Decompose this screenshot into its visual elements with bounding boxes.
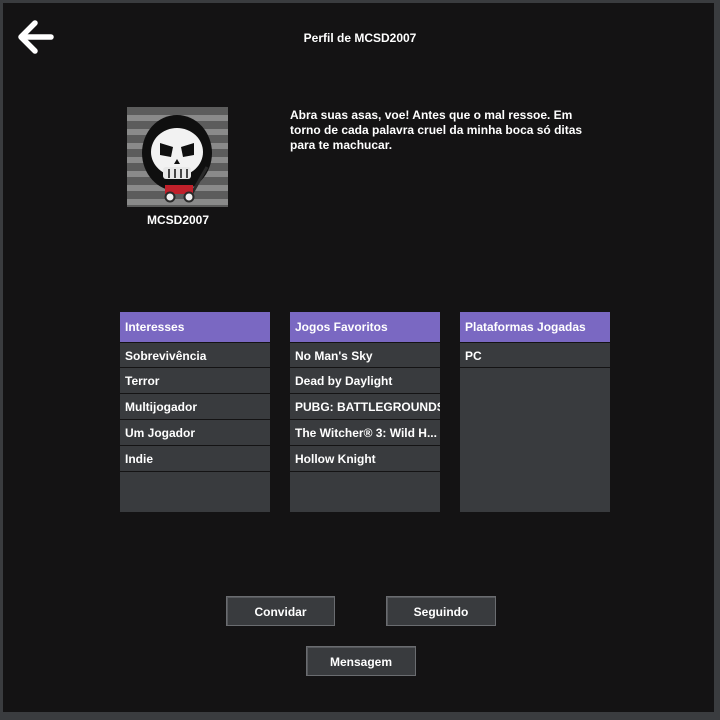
list-item: The Witcher® 3: Wild H... [290, 420, 440, 446]
list-item: PUBG: BATTLEGROUNDS [290, 394, 440, 420]
following-button[interactable]: Seguindo [386, 596, 496, 626]
avatar [127, 107, 228, 207]
message-button[interactable]: Mensagem [306, 646, 416, 676]
platforms-panel: Plataformas Jogadas PC [460, 312, 610, 512]
list-item: Multijogador [120, 394, 270, 420]
list-item: Um Jogador [120, 420, 270, 446]
invite-button[interactable]: Convidar [226, 596, 335, 626]
list-item: PC [460, 342, 610, 368]
profile-username: MCSD2007 [146, 213, 210, 227]
list-item: Indie [120, 446, 270, 472]
list-item: Terror [120, 368, 270, 394]
platforms-header: Plataformas Jogadas [460, 312, 610, 342]
list-item: Sobrevivência [120, 342, 270, 368]
list-item: Dead by Daylight [290, 368, 440, 394]
list-item: Hollow Knight [290, 446, 440, 472]
list-item: No Man's Sky [290, 342, 440, 368]
interests-panel: Interesses Sobrevivência Terror Multijog… [120, 312, 270, 512]
page-title: Perfil de MCSD2007 [303, 31, 417, 45]
skull-reaper-avatar-image [127, 107, 228, 207]
favorite-games-header: Jogos Favoritos [290, 312, 440, 342]
favorite-games-panel: Jogos Favoritos No Man's Sky Dead by Day… [290, 312, 440, 512]
app-frame: Perfil de MCSD2007 MCSD2007 Abra suas as… [0, 0, 720, 720]
interests-header: Interesses [120, 312, 270, 342]
profile-bio: Abra suas asas, voe! Antes que o mal res… [290, 108, 583, 152]
